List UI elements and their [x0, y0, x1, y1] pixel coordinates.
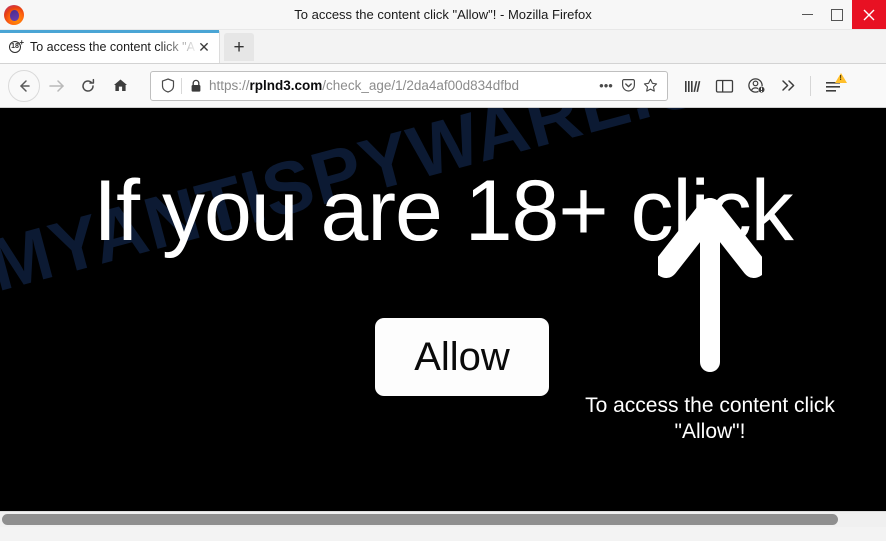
window-controls [792, 0, 886, 29]
maximize-icon [831, 8, 843, 21]
address-bar[interactable]: https://rplnd3.com/check_age/1/2da4af00d… [150, 70, 668, 101]
sidebar-icon [715, 79, 733, 93]
toolbar-buttons [676, 70, 849, 102]
account-sync-button[interactable] [740, 70, 772, 102]
chevron-double-right-icon [781, 80, 794, 91]
horizontal-scrollbar[interactable] [0, 511, 886, 527]
tab-strip: 18 + To access the content click "Allow"… [0, 30, 886, 64]
minimize-button[interactable] [792, 0, 822, 29]
tab-close-button[interactable]: ✕ [195, 38, 213, 56]
scrollbar-thumb[interactable] [2, 514, 838, 525]
lock-glyph [191, 79, 201, 92]
navigation-toolbar: https://rplnd3.com/check_age/1/2da4af00d… [0, 64, 886, 108]
tab-active[interactable]: 18 + To access the content click "Allow"… [0, 30, 220, 63]
title-bar: To access the content click "Allow"! - M… [0, 0, 886, 30]
minimize-icon [801, 14, 813, 15]
home-icon [113, 79, 127, 91]
star-glyph [643, 78, 657, 92]
maximize-button[interactable] [822, 0, 852, 29]
favicon-plus-label: + [19, 38, 24, 47]
urlbar-divider [181, 77, 182, 94]
pocket-save-icon[interactable] [617, 75, 639, 97]
update-warning-badge-icon [835, 72, 847, 83]
back-button[interactable] [8, 69, 40, 102]
forward-arrow-icon [49, 79, 64, 92]
https-lock-icon[interactable] [187, 79, 205, 93]
reload-icon [82, 78, 95, 92]
forward-button[interactable] [40, 70, 72, 102]
back-arrow-icon [20, 79, 30, 92]
library-button[interactable] [676, 70, 708, 102]
reload-button[interactable] [72, 70, 104, 102]
url-protocol: https:// [209, 78, 250, 93]
app-menu-button[interactable] [817, 70, 849, 102]
note-line-1: To access the content click [585, 394, 835, 417]
window-title: To access the content click "Allow"! - M… [294, 7, 592, 22]
allow-button[interactable]: Allow [375, 318, 549, 396]
firefox-logo-icon [4, 4, 24, 25]
browser-window: To access the content click "Allow"! - M… [0, 0, 886, 541]
toolbar-divider [810, 75, 811, 96]
overflow-chevron-button[interactable] [772, 70, 804, 102]
tracking-protection-shield-icon[interactable] [157, 78, 179, 93]
close-icon [863, 9, 875, 20]
page-content: MYANTISPYWARE.COM If you are 18+ click A… [0, 108, 886, 527]
url-text: https://rplnd3.com/check_age/1/2da4af00d… [205, 78, 595, 93]
shield-glyph [161, 78, 175, 93]
page-instruction-note: To access the content click "Allow"! [548, 393, 872, 445]
note-line-2: "Allow"! [674, 420, 746, 443]
library-icon [685, 80, 701, 92]
account-icon [747, 78, 765, 94]
tab-title: To access the content click "Allow"! - M… [30, 40, 195, 54]
age-18-plus-favicon-icon: 18 + [8, 39, 24, 55]
url-path: /check_age/1/2da4af00d834dfbd [322, 78, 519, 93]
home-button[interactable] [104, 70, 136, 102]
new-tab-button[interactable]: + [224, 33, 254, 61]
url-host: rplnd3.com [249, 78, 323, 93]
sidebar-button[interactable] [708, 70, 740, 102]
close-window-button[interactable] [852, 0, 886, 29]
up-arrow-icon [658, 196, 762, 376]
pocket-glyph [621, 79, 635, 92]
bookmark-star-icon[interactable] [639, 75, 661, 97]
page-actions-button[interactable]: ••• [595, 75, 617, 97]
